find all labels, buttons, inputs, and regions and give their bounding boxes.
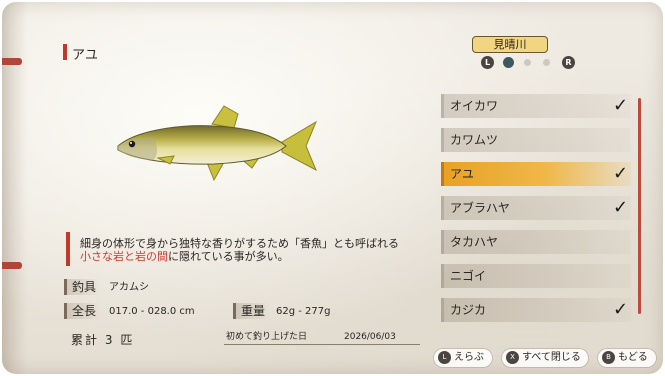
weight-label: 重量 [233,303,271,319]
list-scrollbar[interactable] [638,98,641,314]
binding-ring [2,58,22,65]
fish-list-item-selected[interactable]: アユ ✓ [441,162,631,186]
fish-list-item-label: カワムツ [450,133,499,147]
page-dot [543,59,550,66]
fish-list-item[interactable]: カジカ ✓ [441,298,631,322]
fish-list-item[interactable]: ニゴイ [441,264,631,288]
tackle-value: アカムシ [109,282,149,293]
fish-description: 細身の体形で身から独特な香りがするため「香魚」とも呼ばれる 小さな岩と岩の間に隠… [80,237,399,263]
close-all-hint[interactable]: X すべて閉じる [506,350,581,366]
first-caught-row: 初めて釣り上げた日 2026/06/03 [224,330,420,345]
fish-list-item-label: アユ [450,167,475,181]
select-hint[interactable]: L えらぶ [438,350,484,366]
fish-list-item-label: カジカ [450,303,487,317]
total-unit: 匹 [120,333,135,347]
total-label: 累計 [71,333,100,347]
fish-list-item[interactable]: アブラハヤ ✓ [441,196,631,220]
b-button-icon: B [602,350,615,364]
caught-check-icon: ✓ [613,95,629,116]
description-highlight: 小さな岩と岩の間 [80,250,168,263]
fish-list-item[interactable]: オイカワ ✓ [441,94,631,118]
description-line-2: に隠れている事が多い。 [168,250,289,263]
total-count: 3 [104,333,115,347]
total-caught: 累計 3 匹 [71,331,134,348]
first-caught-date: 2026/06/03 [344,332,396,342]
length-value: 017.0 - 028.0 cm [109,306,195,317]
location-next-button[interactable]: R [562,56,575,69]
first-caught-label: 初めて釣り上げた日 [226,332,308,342]
tackle-label: 釣具 [64,279,102,295]
caught-check-icon: ✓ [613,197,629,218]
fish-name-title: アユ [72,48,99,63]
fish-list-item-label: アブラハヤ [450,201,510,215]
weight-value: 62g - 277g [276,306,331,317]
length-label: 全長 [64,303,102,319]
fish-list-item-label: タカハヤ [450,235,499,249]
encyclopedia-page: アユ 細身の体形で身から独特な香りがするため「香魚」とも呼ばれる 小さな岩と岩の… [2,2,663,374]
page-dot [524,59,531,66]
x-button-icon: X [506,350,519,364]
binding-ring [2,262,22,269]
description-line-1: 細身の体形で身から独特な香りがするため「香魚」とも呼ばれる [80,237,399,250]
back-hint[interactable]: B もどる [602,350,648,366]
fish-list-item[interactable]: タカハヤ [441,230,631,254]
fish-illustration [117,105,318,182]
fish-list-item-label: ニゴイ [450,269,487,283]
back-label: もどる [618,352,648,363]
location-prev-button[interactable]: L [481,56,494,69]
page-dot-active [503,57,514,68]
fish-list-item-label: オイカワ [450,99,499,113]
fish-list-item[interactable]: カワムツ [441,128,631,152]
caught-check-icon: ✓ [613,163,629,184]
title-accent [63,44,67,60]
stick-button-icon: L [438,350,451,364]
description-accent [66,232,70,266]
caught-check-icon: ✓ [613,299,629,320]
location-name: 見晴川 [472,36,548,53]
close-all-label: すべて閉じる [522,352,581,363]
select-hint-label: えらぶ [454,352,484,363]
